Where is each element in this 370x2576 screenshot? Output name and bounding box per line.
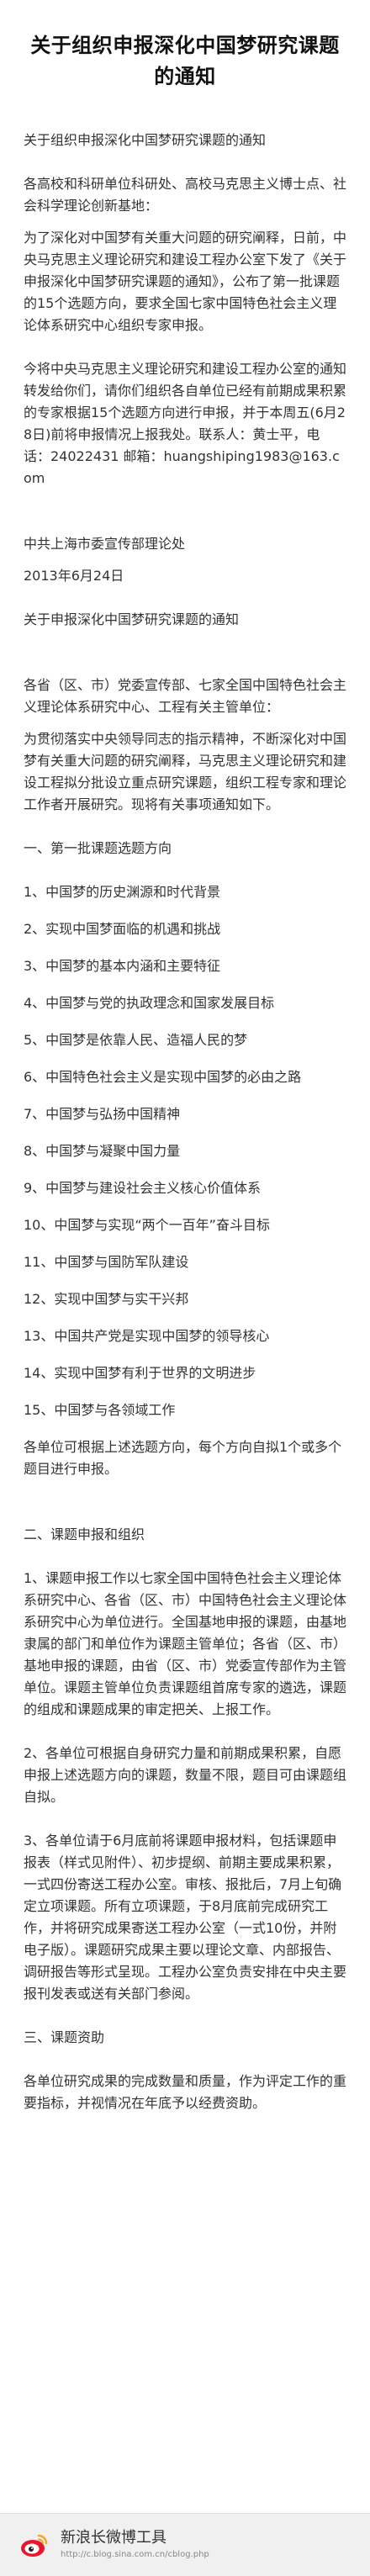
footer-bar: 新浪长微博工具 http://c.blog.sina.com.cn/cblog.… xyxy=(0,2513,370,2576)
body-paragraph: 3、各单位请于6月底前将课题申报材料，包括课题申报表（样式见附件）、初步提纲、前… xyxy=(24,1833,347,2002)
footer-tool-name: 新浪长微博工具 xyxy=(61,2529,166,2547)
body-paragraph: 2、各单位可根据自身研究力量和前期成果积累，自愿申报上述选题方向的课题，数量不限… xyxy=(24,1745,347,1805)
subtitle-paragraph: 关于组织申报深化中国梦研究课题的通知 xyxy=(24,132,267,148)
list-item: 13、中国共产党是实现中国梦的领导核心 xyxy=(24,1328,270,1344)
list-item: 4、中国梦与党的执政理念和国家发展目标 xyxy=(24,995,275,1011)
notice-title-paragraph: 关于申报深化中国梦研究课题的通知 xyxy=(24,611,240,627)
body-paragraph: 今将中央马克思主义理论研究和建设工程办公室的通知转发给你们，请你们组织各自单位已… xyxy=(24,361,347,486)
list-item: 8、中国梦与凝聚中国力量 xyxy=(24,1143,181,1159)
body-paragraph: 为了深化对中国梦有关重大问题的研究阐释，日前，中央马克思主义理论研究和建设工程办… xyxy=(24,230,347,333)
list-item: 12、实现中国梦与实干兴邦 xyxy=(24,1291,189,1307)
list-item: 6、中国特色社会主义是实现中国梦的必由之路 xyxy=(24,1069,302,1085)
body-paragraph: 1、课题申报工作以七家全国中国特色社会主义理论体系研究中心、各省（区、市）中国特… xyxy=(24,1570,347,1717)
footer-text: 新浪长微博工具 http://c.blog.sina.com.cn/cblog.… xyxy=(61,2529,209,2561)
list-item: 10、中国梦与实现“两个一百年”奋斗目标 xyxy=(24,1217,270,1233)
list-item: 15、中国梦与各领域工作 xyxy=(24,1402,176,1418)
body-paragraph: 为贯彻落实中央领导同志的指示精神，不断深化对中国梦有关重大问题的研究阐释，马克思… xyxy=(24,731,347,812)
topic-list: 1、中国梦的历史渊源和时代背景 2、实现中国梦面临的机遇和挑战 3、中国梦的基本… xyxy=(24,881,346,1421)
addressee-paragraph: 各高校和科研单位科研处、高校马克思主义博士点、社会科学理论创新基地： xyxy=(24,176,347,214)
list-item: 7、中国梦与弘扬中国精神 xyxy=(24,1106,181,1122)
section-heading: 二、课题申报和组织 xyxy=(24,1526,145,1542)
page-title: 关于组织申报深化中国梦研究课题的通知 xyxy=(30,34,340,88)
list-item: 9、中国梦与建设社会主义核心价值体系 xyxy=(24,1180,262,1196)
addressee-paragraph: 各省（区、市）党委宣传部、七家全国中国特色社会主义理论体系研究中心、工程有关主管… xyxy=(24,677,347,715)
list-item: 11、中国梦与国防军队建设 xyxy=(24,1254,189,1270)
body-paragraph: 各单位研究成果的完成数量和质量，作为评定工作的重要指标，并视情况在年底予以经费资… xyxy=(24,2073,347,2111)
footer-url[interactable]: http://c.blog.sina.com.cn/cblog.php xyxy=(61,2549,209,2561)
article: 关于组织申报深化中国梦研究课题的通知 关于组织申报深化中国梦研究课题的通知 各高… xyxy=(0,0,370,2114)
sina-weibo-logo-icon xyxy=(18,2529,50,2561)
body-paragraph: 各单位可根据上述选题方向，每个方向自拟1个或多个题目进行申报。 xyxy=(24,1439,342,1477)
list-item: 5、中国梦是依靠人民、造福人民的梦 xyxy=(24,1032,248,1048)
list-item: 1、中国梦的历史渊源和时代背景 xyxy=(24,884,221,900)
signature-issuer: 中共上海市委宣传部理论处 xyxy=(24,536,186,552)
article-body: 关于组织申报深化中国梦研究课题的通知 各高校和科研单位科研处、高校马克思主义博士… xyxy=(24,130,346,2114)
list-item: 14、实现中国梦有利于世界的文明进步 xyxy=(24,1365,256,1381)
list-item: 2、实现中国梦面临的机遇和挑战 xyxy=(24,921,221,937)
section-heading: 一、第一批课题选题方向 xyxy=(24,840,172,856)
signature-date: 2013年6月24日 xyxy=(24,568,124,584)
section-heading: 三、课题资助 xyxy=(24,2029,105,2045)
list-item: 3、中国梦的基本内涵和主要特征 xyxy=(24,958,221,974)
